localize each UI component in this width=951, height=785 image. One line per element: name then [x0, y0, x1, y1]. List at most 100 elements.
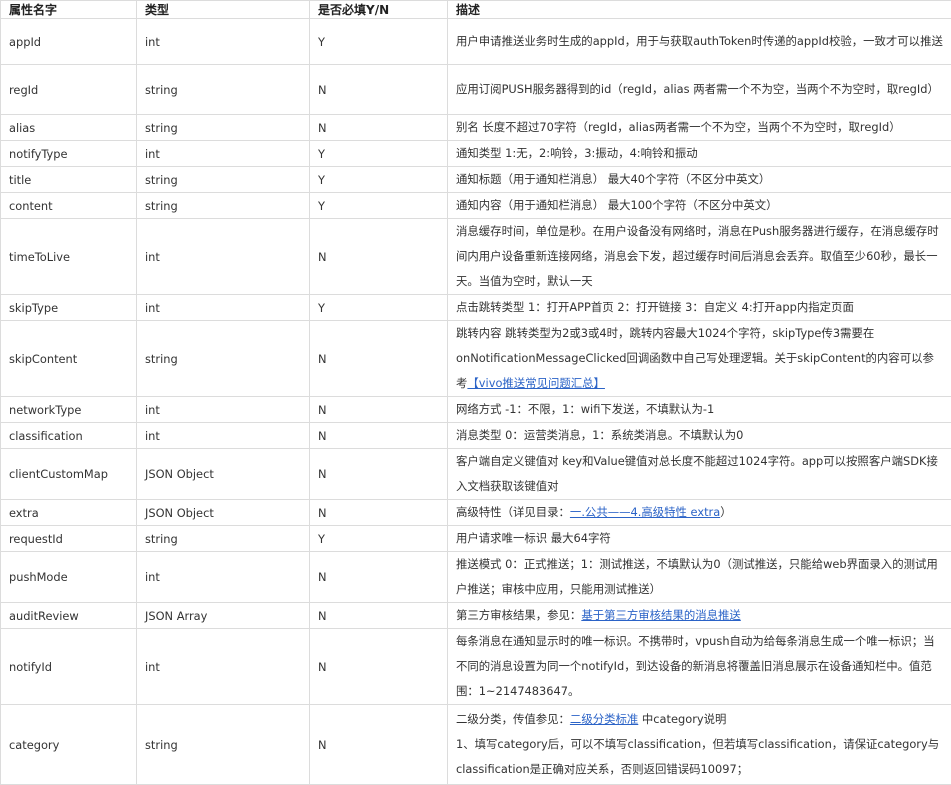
cell-required: N: [310, 603, 448, 629]
header-name: 属性名字: [1, 1, 137, 19]
description-text: 应用订阅PUSH服务器得到的id（regId，alias 两者需一个不为空，当两…: [456, 82, 939, 96]
description-text: 消息类型 0：运营类消息，1：系统类消息。不填默认为0: [456, 428, 743, 442]
cell-type: string: [137, 193, 310, 219]
table-row: notifyIdintN每条消息在通知显示时的唯一标识。不携带时，vpush自动…: [1, 629, 951, 705]
header-type: 类型: [137, 1, 310, 19]
description-text: 通知类型 1:无，2:响铃，3:振动，4:响铃和振动: [456, 146, 698, 160]
description-text: 点击跳转类型 1：打开APP首页 2：打开链接 3：自定义 4:打开app内指定…: [456, 300, 854, 314]
cell-required: N: [310, 500, 448, 526]
cell-name: auditReview: [1, 603, 137, 629]
cell-required: Y: [310, 141, 448, 167]
description-text: 第三方审核结果，参见：: [456, 608, 581, 622]
cell-description: 消息类型 0：运营类消息，1：系统类消息。不填默认为0: [448, 423, 951, 449]
table-row: extraJSON ObjectN高级特性（详见目录：一.公共——4.高级特性 …: [1, 500, 951, 526]
cell-name: regId: [1, 65, 137, 115]
table-row: auditReviewJSON ArrayN 第三方审核结果，参见：基于第三方审核…: [1, 603, 951, 629]
cell-name: pushMode: [1, 552, 137, 603]
cell-type: int: [137, 219, 310, 295]
cell-type: string: [137, 705, 310, 785]
cell-type: int: [137, 423, 310, 449]
cell-description: 高级特性（详见目录：一.公共——4.高级特性 extra）: [448, 500, 951, 526]
cell-type: string: [137, 321, 310, 397]
cell-required: N: [310, 552, 448, 603]
cell-type: JSON Object: [137, 500, 310, 526]
cell-name: notifyType: [1, 141, 137, 167]
cell-name: timeToLive: [1, 219, 137, 295]
description-text: 用户请求唯一标识 最大64字符: [456, 531, 611, 545]
cell-description: 通知类型 1:无，2:响铃，3:振动，4:响铃和振动: [448, 141, 951, 167]
cell-type: int: [137, 141, 310, 167]
cell-required: N: [310, 705, 448, 785]
cell-required: N: [310, 219, 448, 295]
cell-description: 网络方式 -1：不限，1：wifi下发送，不填默认为-1: [448, 397, 951, 423]
cell-description: 消息缓存时间，单位是秒。在用户设备没有网络时，消息在Push服务器进行缓存，在消…: [448, 219, 951, 295]
cell-name: notifyId: [1, 629, 137, 705]
cell-type: JSON Array: [137, 603, 310, 629]
cell-description: 跳转内容 跳转类型为2或3或4时，跳转内容最大1024个字符，skipType传…: [448, 321, 951, 397]
cell-description: 别名 长度不超过70字符（regId，alias两者需一个不为空，当两个不为空时…: [448, 115, 951, 141]
description-text: ）: [720, 505, 731, 519]
cell-type: int: [137, 19, 310, 65]
description-text: 推送模式 0：正式推送；1：测试推送，不填默认为0（测试推送，只能给web界面录…: [456, 557, 938, 596]
cell-required: N: [310, 321, 448, 397]
cell-name: skipContent: [1, 321, 137, 397]
table-row: regIdstringN 应用订阅PUSH服务器得到的id（regId，alias…: [1, 65, 951, 115]
description-text: 1、填写category后，可以不填写classification，但若填写cl…: [456, 737, 939, 776]
doc-link[interactable]: 【vivo推送常见问题汇总】: [467, 376, 605, 390]
cell-name: appId: [1, 19, 137, 65]
table-row: classificationintN消息类型 0：运营类消息，1：系统类消息。不…: [1, 423, 951, 449]
table-body: appIdintY用户申请推送业务时生成的appId，用于与获取authToke…: [1, 19, 951, 785]
description-text: 通知标题（用于通知栏消息） 最大40个字符（不区分中英文）: [456, 172, 770, 186]
cell-type: int: [137, 552, 310, 603]
cell-name: alias: [1, 115, 137, 141]
cell-required: N: [310, 65, 448, 115]
table-header-row: 属性名字 类型 是否必填Y/N 描述: [1, 1, 951, 19]
description-text: 网络方式 -1：不限，1：wifi下发送，不填默认为-1: [456, 402, 714, 416]
table-row: timeToLiveintN消息缓存时间，单位是秒。在用户设备没有网络时，消息在…: [1, 219, 951, 295]
table-row: skipTypeintY点击跳转类型 1：打开APP首页 2：打开链接 3：自定…: [1, 295, 951, 321]
description-text: 用户申请推送业务时生成的appId，用于与获取authToken时传递的appI…: [456, 34, 943, 48]
cell-name: category: [1, 705, 137, 785]
cell-required: N: [310, 423, 448, 449]
cell-type: string: [137, 526, 310, 552]
cell-type: JSON Object: [137, 449, 310, 500]
cell-required: Y: [310, 526, 448, 552]
cell-required: N: [310, 449, 448, 500]
table-row: requestIdstringY 用户请求唯一标识 最大64字符: [1, 526, 951, 552]
table-row: pushModeintN推送模式 0：正式推送；1：测试推送，不填默认为0（测试…: [1, 552, 951, 603]
table-row: notifyTypeintY 通知类型 1:无，2:响铃，3:振动，4:响铃和振动: [1, 141, 951, 167]
table-row: categorystringN二级分类，传值参见：二级分类标准 中categor…: [1, 705, 951, 785]
cell-name: extra: [1, 500, 137, 526]
cell-required: Y: [310, 193, 448, 219]
description-text: 高级特性（详见目录：: [456, 505, 570, 519]
cell-description: 应用订阅PUSH服务器得到的id（regId，alias 两者需一个不为空，当两…: [448, 65, 951, 115]
table-row: networkTypeintN网络方式 -1：不限，1：wifi下发送，不填默认…: [1, 397, 951, 423]
table-row: appIdintY 用户申请推送业务时生成的appId，用于与获取authToke…: [1, 19, 951, 65]
table-row: contentstringY 通知内容（用于通知栏消息） 最大100个字符（不区分…: [1, 193, 951, 219]
doc-link[interactable]: 一.公共——4.高级特性 extra: [570, 505, 720, 519]
cell-description: 推送模式 0：正式推送；1：测试推送，不填默认为0（测试推送，只能给web界面录…: [448, 552, 951, 603]
cell-description: 点击跳转类型 1：打开APP首页 2：打开链接 3：自定义 4:打开app内指定…: [448, 295, 951, 321]
description-text: 二级分类，传值参见：: [456, 712, 570, 726]
cell-name: requestId: [1, 526, 137, 552]
cell-description: 客户端自定义键值对 key和Value键值对总长度不能超过1024字符。app可…: [448, 449, 951, 500]
cell-name: title: [1, 167, 137, 193]
table-row: titlestringY通知标题（用于通知栏消息） 最大40个字符（不区分中英文…: [1, 167, 951, 193]
cell-description: 用户申请推送业务时生成的appId，用于与获取authToken时传递的appI…: [448, 19, 951, 65]
description-text: 通知内容（用于通知栏消息） 最大100个字符（不区分中英文）: [456, 198, 778, 212]
doc-link[interactable]: 二级分类标准: [570, 712, 638, 726]
cell-description: 通知标题（用于通知栏消息） 最大40个字符（不区分中英文）: [448, 167, 951, 193]
cell-name: networkType: [1, 397, 137, 423]
doc-link[interactable]: 基于第三方审核结果的消息推送: [581, 608, 740, 622]
cell-type: string: [137, 167, 310, 193]
cell-type: string: [137, 65, 310, 115]
cell-required: N: [310, 397, 448, 423]
description-text: 别名 长度不超过70字符（regId，alias两者需一个不为空，当两个不为空时…: [456, 120, 901, 134]
cell-required: Y: [310, 19, 448, 65]
description-text: 消息缓存时间，单位是秒。在用户设备没有网络时，消息在Push服务器进行缓存，在消…: [456, 224, 939, 288]
cell-name: content: [1, 193, 137, 219]
cell-description: 二级分类，传值参见：二级分类标准 中category说明1、填写category…: [448, 705, 951, 785]
cell-required: Y: [310, 295, 448, 321]
description-text: 客户端自定义键值对 key和Value键值对总长度不能超过1024字符。app可…: [456, 454, 938, 493]
header-required: 是否必填Y/N: [310, 1, 448, 19]
